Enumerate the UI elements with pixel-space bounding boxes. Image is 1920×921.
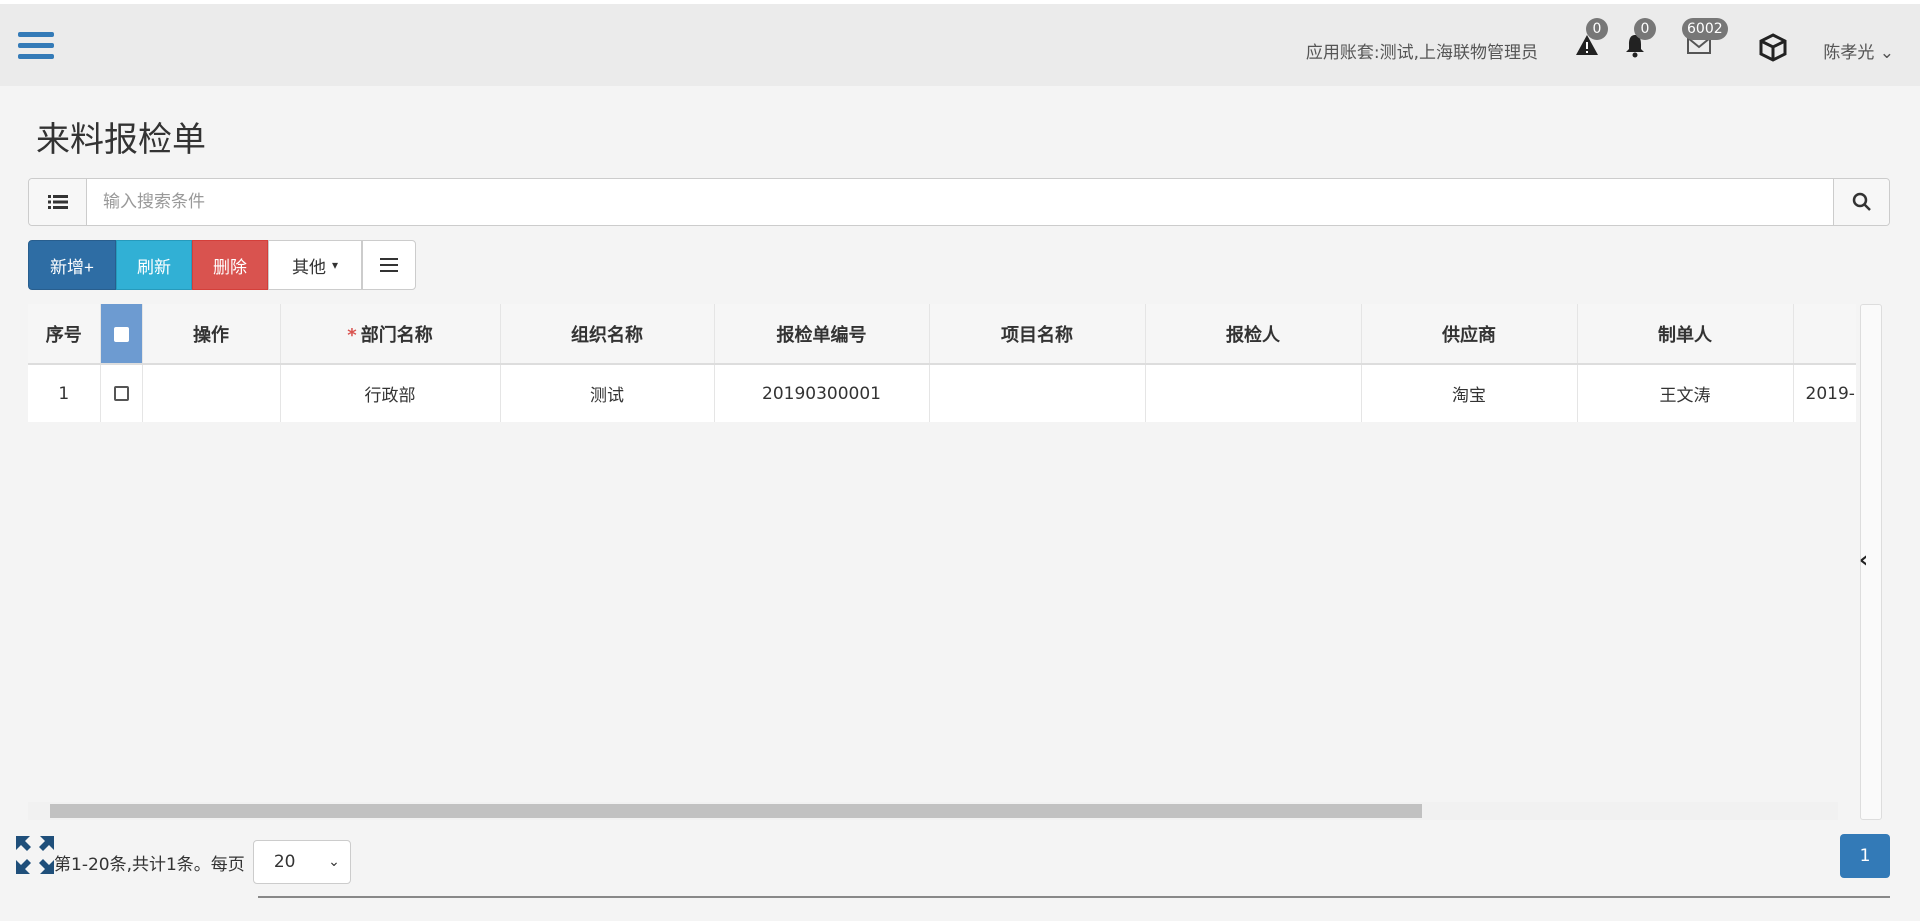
page-button-current[interactable]: 1	[1840, 834, 1890, 878]
bell-icon[interactable]: 0	[1622, 18, 1656, 62]
page-size-value: 20	[273, 852, 296, 872]
account-info: 应用账套:测试,上海联物管理员	[1305, 43, 1538, 63]
page-size-select[interactable]: 20 ⌄	[252, 840, 351, 884]
page-title: 来料报检单	[36, 120, 206, 160]
cell-inspector	[1145, 364, 1362, 422]
col-header-code[interactable]: 报检单编号	[714, 304, 930, 365]
col-header-maker[interactable]: 制单人	[1577, 304, 1794, 365]
alert-badge: 0	[1586, 18, 1608, 40]
chevron-left-icon[interactable]: ‹	[1859, 548, 1868, 573]
pagination-info: 第1-20条,共计1条。每页 20 ⌄	[22, 840, 351, 884]
refresh-button[interactable]: 刷新	[116, 240, 192, 290]
footer-divider	[258, 896, 1890, 898]
other-label: 其他	[291, 257, 326, 277]
alert-icon[interactable]: 0	[1574, 18, 1608, 62]
horizontal-scrollbar[interactable]	[28, 802, 1838, 820]
cell-project	[929, 364, 1146, 422]
cell-seq: 1	[28, 364, 101, 422]
bell-badge: 0	[1634, 18, 1656, 40]
col-header-org[interactable]: 组织名称	[500, 304, 715, 365]
row-checkbox[interactable]	[100, 364, 143, 422]
expand-icon[interactable]	[14, 834, 56, 876]
col-header-action[interactable]: 操作	[142, 304, 281, 365]
cell-org: 测试	[500, 364, 715, 422]
hamburger-menu-icon[interactable]	[18, 32, 54, 62]
col-header-inspector[interactable]: 报检人	[1145, 304, 1362, 365]
checkbox-icon	[113, 326, 129, 342]
chevron-down-icon: ⌄	[328, 854, 340, 870]
data-table: 序号 操作 * 部门名称 组织名称 报检单编号 项目名称 报检人 供应商 制单人 …	[28, 304, 1856, 824]
cell-code: 20190300001	[714, 364, 930, 422]
chevron-down-icon: ⌄	[1879, 43, 1894, 63]
caret-down-icon: ▾	[331, 258, 339, 272]
list-icon[interactable]	[29, 179, 87, 225]
table-header-row: 序号 操作 * 部门名称 组织名称 报检单编号 项目名称 报检人 供应商 制单人	[28, 304, 1856, 365]
search-icon[interactable]	[1833, 179, 1889, 225]
user-menu[interactable]: 陈孝光 ⌄	[1823, 38, 1894, 63]
delete-button[interactable]: 删除	[192, 240, 268, 290]
new-button[interactable]: 新增+	[28, 240, 116, 290]
cell-dept: 行政部	[280, 364, 501, 422]
select-all-checkbox[interactable]	[100, 304, 143, 365]
col-header-dept-label: 部门名称	[360, 324, 433, 346]
required-mark: *	[347, 324, 357, 346]
mail-icon[interactable]: 6002	[1682, 18, 1728, 62]
user-name: 陈孝光	[1823, 43, 1875, 63]
columns-menu-icon[interactable]	[362, 240, 416, 290]
col-header-project[interactable]: 项目名称	[929, 304, 1146, 365]
other-dropdown-button[interactable]: 其他 ▾	[268, 240, 362, 290]
search-bar	[28, 178, 1890, 226]
col-header-dept[interactable]: * 部门名称	[280, 304, 501, 365]
search-input[interactable]	[87, 179, 1833, 225]
box-icon[interactable]	[1758, 32, 1788, 62]
mail-badge: 6002	[1682, 18, 1728, 40]
checkbox-icon	[113, 386, 129, 401]
table-row[interactable]: 1 行政部 测试 20190300001 淘宝 王文涛 2019-	[28, 364, 1856, 422]
top-navbar: 应用账套:测试,上海联物管理员 0 0 6002 陈孝光 ⌄	[0, 0, 1920, 86]
col-header-supplier[interactable]: 供应商	[1361, 304, 1578, 365]
scrollbar-thumb[interactable]	[50, 804, 1422, 818]
col-header-seq[interactable]: 序号	[28, 304, 101, 365]
cell-date: 2019-	[1793, 364, 1856, 422]
cell-action	[142, 364, 281, 422]
col-header-date[interactable]	[1793, 304, 1856, 365]
cell-maker: 王文涛	[1577, 364, 1794, 422]
toolbar: 新增+ 刷新 删除 其他 ▾	[28, 240, 416, 290]
cell-supplier: 淘宝	[1361, 364, 1578, 422]
